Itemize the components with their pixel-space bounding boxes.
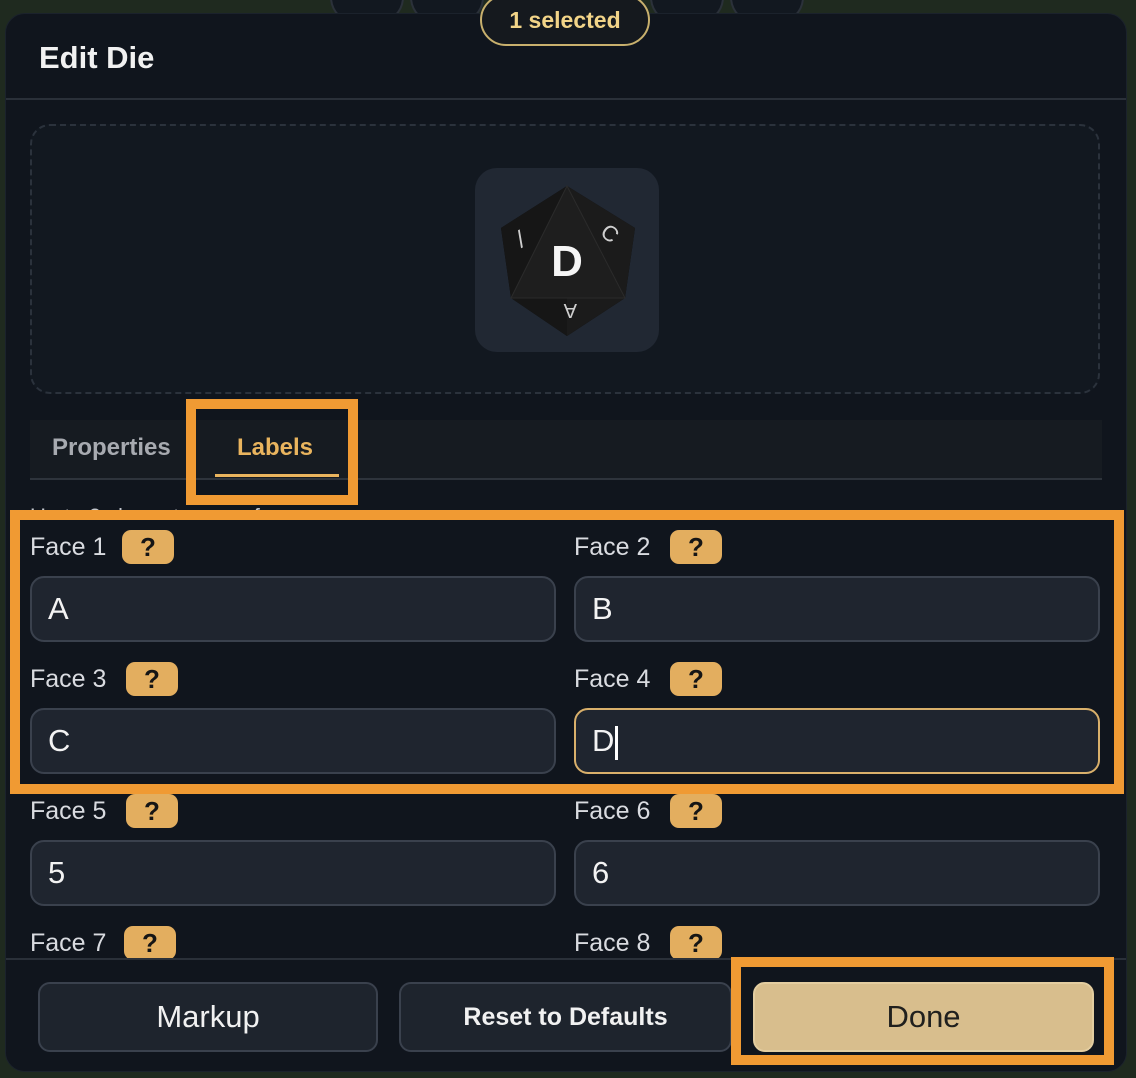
face-8-label: Face 8 [574,929,651,957]
face-3-input[interactable] [30,708,556,774]
edit-die-modal: Edit Die D / C A Properties Labels Up to… [5,13,1127,1072]
reset-to-defaults-button[interactable]: Reset to Defaults [399,982,732,1052]
done-button[interactable]: Done [753,982,1094,1052]
face-3-label: Face 3 [30,665,107,693]
face-5-help-icon[interactable]: ? [126,794,178,828]
modal-title: Edit Die [39,40,155,75]
face-6-help-icon[interactable]: ? [670,794,722,828]
selection-badge: 1 selected [480,0,650,46]
die-face-label: D [551,237,583,286]
face-8-help-icon[interactable]: ? [670,926,722,960]
d8-die-icon: D / C A [501,184,635,336]
face-2-label: Face 2 [574,533,651,561]
text-caret [615,725,619,760]
face-2-help-icon[interactable]: ? [670,530,722,564]
face-5-input[interactable] [30,840,556,906]
face-1-label: Face 1 [30,533,107,561]
face-4-value: D [592,723,615,758]
active-tab-indicator [215,474,339,477]
face-2-input[interactable] [574,576,1100,642]
die-preview-tile: D / C A [475,168,659,352]
face-1-help-icon[interactable]: ? [122,530,174,564]
face-4-input[interactable]: D [574,708,1100,774]
face-4-label: Face 4 [574,665,651,693]
face-3-help-icon[interactable]: ? [126,662,178,696]
face-7-label: Face 7 [30,929,107,957]
modal-footer: Markup Reset to Defaults Done [6,958,1126,1071]
helper-text: Up to 2 characters per face [30,504,296,520]
face-6-label: Face 6 [574,797,651,825]
face-5-label: Face 5 [30,797,107,825]
face-4-help-icon[interactable]: ? [670,662,722,696]
die-preview: D / C A [30,124,1100,394]
tab-labels[interactable]: Labels [237,420,313,478]
face-6-input[interactable] [574,840,1100,906]
face-1-input[interactable] [30,576,556,642]
svg-text:A: A [563,299,577,321]
tab-properties[interactable]: Properties [52,420,171,478]
tab-bar: Properties Labels [30,420,1102,480]
markup-button[interactable]: Markup [38,982,378,1052]
face-7-help-icon[interactable]: ? [124,926,176,960]
